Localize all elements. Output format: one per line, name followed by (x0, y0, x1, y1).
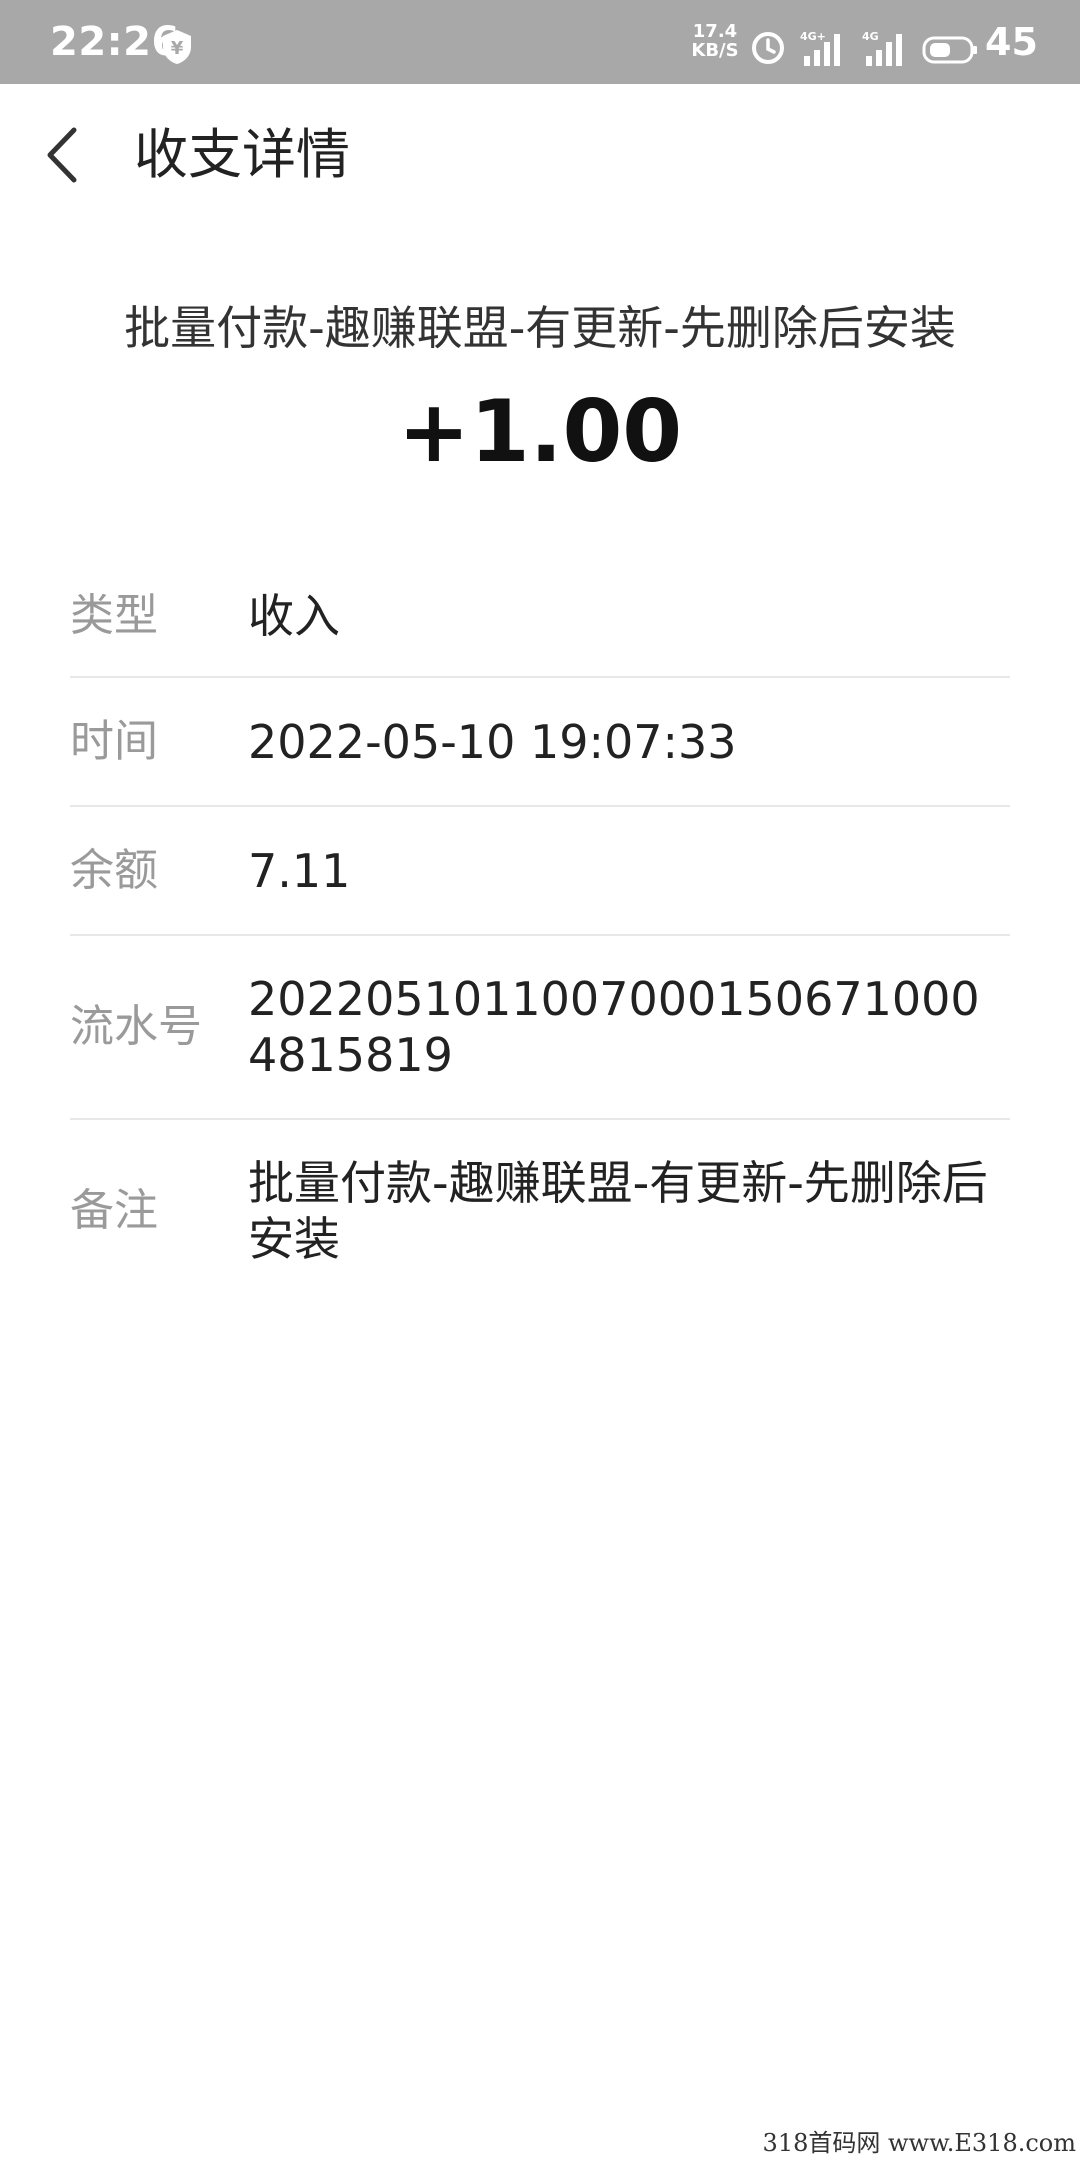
detail-value: 2022-05-10 19:07:33 (248, 714, 737, 769)
detail-row-time: 时间 2022-05-10 19:07:33 (70, 678, 1010, 807)
signal1-label: 4G+ (800, 30, 826, 43)
detail-label: 流水号 (70, 1001, 202, 1052)
transaction-title: 批量付款-趣赚联盟-有更新-先删除后安装 (124, 301, 956, 355)
signal2-label: 4G (862, 30, 879, 43)
watermark: 318首码网 www.E318.com (762, 2128, 1076, 2158)
detail-row-type: 类型 收入 (70, 556, 1010, 678)
transaction-amount: +1.00 (397, 382, 683, 482)
net-speed-value: 17.4 (692, 21, 738, 42)
detail-value: 20220510110070001506710004815819 (248, 972, 980, 1082)
alarm-icon (752, 32, 784, 64)
detail-value: 收入 (248, 589, 340, 643)
header: 收支详情 (0, 84, 1080, 224)
detail-value: 7.11 (248, 843, 351, 898)
net-speed-unit: KB/S (691, 40, 739, 61)
shield-icon: ¥ (163, 30, 191, 64)
signal-icon: 4G+ (800, 30, 840, 66)
shield-label: ¥ (171, 38, 184, 59)
detail-value: 批量付款-趣赚联盟-有更新-先删除后安装 (248, 1156, 988, 1266)
detail-row-serial-number: 流水号 20220510110070001506710004815819 (70, 936, 1010, 1120)
battery-level: 45 (985, 20, 1038, 64)
detail-row-remark: 备注 批量付款-趣赚联盟-有更新-先删除后安装 (70, 1120, 1010, 1302)
detail-row-balance: 余额 7.11 (70, 807, 1010, 936)
detail-label: 备注 (70, 1185, 158, 1236)
back-button[interactable] (40, 122, 94, 188)
detail-label: 余额 (70, 844, 158, 896)
net-speed: 17.4 KB/S (690, 22, 740, 60)
detail-list: 类型 收入 时间 2022-05-10 19:07:33 余额 7.11 流水号… (70, 556, 1010, 1302)
signal-icon: 4G (862, 30, 902, 66)
chevron-left-icon (47, 127, 77, 183)
detail-label: 类型 (70, 590, 158, 641)
status-bar: 22:26 ¥ 17.4 KB/S 4G+ 4G 45 (0, 0, 1080, 84)
page-title: 收支详情 (134, 123, 350, 186)
battery-icon (922, 36, 977, 64)
detail-label: 时间 (70, 715, 158, 767)
